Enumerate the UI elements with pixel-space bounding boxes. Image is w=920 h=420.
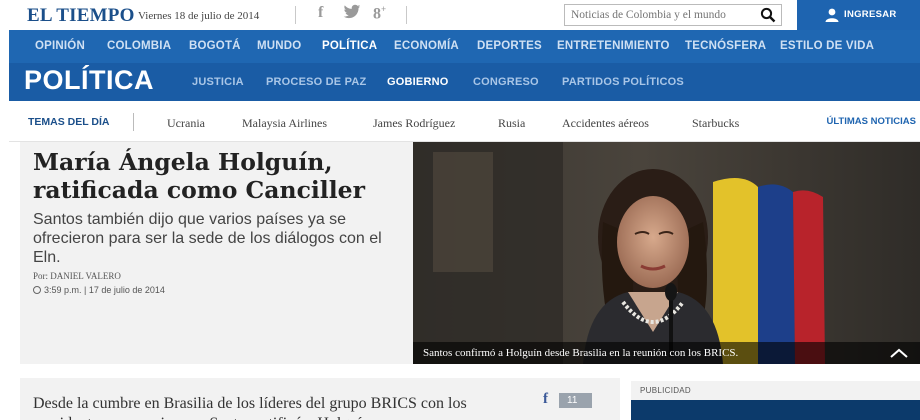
section-title[interactable]: POLÍTICA — [24, 65, 154, 96]
divider — [406, 6, 407, 24]
facebook-icon[interactable]: f — [543, 391, 548, 408]
ad-label: PUBLICIDAD — [640, 386, 692, 395]
user-icon — [825, 8, 839, 22]
nav-item-entretenimiento[interactable]: ENTRETENIMIENTO — [557, 30, 670, 63]
facebook-icon[interactable]: f — [318, 4, 323, 22]
latest-news-link[interactable]: ÚLTIMAS NOTICIAS — [826, 116, 916, 127]
subnav-congreso[interactable]: CONGRESO — [473, 63, 539, 101]
nav-item-tecnosfera[interactable]: TECNÓSFERA — [685, 30, 766, 63]
topics-bar: TEMAS DEL DÍA Ucrania Malaysia Airlines … — [9, 101, 920, 142]
article-body: Desde la cumbre en Brasilia de los líder… — [20, 378, 620, 420]
search-box — [564, 4, 782, 26]
article-body-text: Desde la cumbre en Brasilia de los líder… — [33, 395, 467, 420]
topic-link[interactable]: Starbucks — [692, 116, 739, 131]
topic-link[interactable]: Malaysia Airlines — [242, 116, 327, 131]
topic-link[interactable]: James Rodríguez — [373, 116, 455, 131]
subnav-partidos-politicos[interactable]: PARTIDOS POLÍTICOS — [562, 63, 684, 101]
nav-item-opinion[interactable]: OPINIÓN — [35, 30, 85, 63]
topic-link[interactable]: Rusia — [498, 116, 525, 131]
nav-item-mundo[interactable]: MUNDO — [257, 30, 301, 63]
subnav-gobierno[interactable]: GOBIERNO — [387, 63, 449, 101]
nav-item-economia[interactable]: ECONOMÍA — [394, 30, 459, 63]
nav-item-colombia[interactable]: COLOMBIA — [107, 30, 171, 63]
article-headline[interactable]: María Ángela Holguín, ratificada como Ca… — [33, 148, 408, 204]
chevron-up-icon[interactable] — [890, 347, 908, 359]
article-photo[interactable]: Santos confirmó a Holguín desde Brasilia… — [413, 142, 920, 364]
divider — [133, 113, 134, 131]
search-icon[interactable] — [760, 7, 776, 23]
headline-card: María Ángela Holguín, ratificada como Ca… — [20, 142, 413, 364]
photo-caption: Santos confirmó a Holguín desde Brasilia… — [413, 342, 920, 364]
clock-icon — [33, 286, 41, 294]
nav-item-bogota[interactable]: BOGOTÁ — [189, 30, 241, 63]
nav-item-deportes[interactable]: DEPORTES — [477, 30, 542, 63]
ad-slot: PUBLICIDAD — [631, 381, 920, 420]
topics-label: TEMAS DEL DÍA — [28, 116, 110, 128]
nav-item-estilo-de-vida[interactable]: ESTILO DE VIDA — [780, 30, 874, 63]
search-input[interactable] — [565, 5, 755, 25]
divider — [295, 6, 296, 24]
photo-caption-text: Santos confirmó a Holguín desde Brasilia… — [423, 347, 739, 359]
nav-item-politica[interactable]: POLÍTICA — [322, 30, 377, 63]
topic-link[interactable]: Accidentes aéreos — [562, 116, 649, 131]
article-subhead: Santos también dijo que varios países ya… — [33, 211, 382, 266]
section-bar: POLÍTICA JUSTICIA PROCESO DE PAZ GOBIERN… — [9, 63, 920, 101]
subnav-proceso-de-paz[interactable]: PROCESO DE PAZ — [266, 63, 366, 101]
google-plus-icon[interactable]: 8+ — [373, 4, 386, 23]
main-nav: OPINIÓN COLOMBIA BOGOTÁ MUNDO POLÍTICA E… — [9, 30, 920, 63]
subnav-justicia[interactable]: JUSTICIA — [192, 63, 244, 101]
topic-link[interactable]: Ucrania — [167, 116, 205, 131]
facebook-share-count: 11 — [559, 393, 592, 408]
site-logo[interactable]: EL TIEMPO — [27, 5, 135, 27]
current-date: Viernes 18 de julio de 2014 — [138, 10, 260, 22]
top-bar: EL TIEMPO Viernes 18 de julio de 2014 f … — [0, 0, 920, 30]
photo-image — [413, 142, 920, 364]
login-button[interactable]: INGRESAR — [797, 0, 920, 30]
login-label: INGRESAR — [844, 9, 897, 20]
ad-banner[interactable] — [631, 400, 920, 420]
article-byline: Por: DANIEL VALERO — [33, 271, 121, 281]
article-time-text: 3:59 p.m. | 17 de julio de 2014 — [44, 285, 165, 295]
article-time: 3:59 p.m. | 17 de julio de 2014 — [33, 285, 165, 295]
twitter-icon[interactable] — [343, 4, 361, 25]
